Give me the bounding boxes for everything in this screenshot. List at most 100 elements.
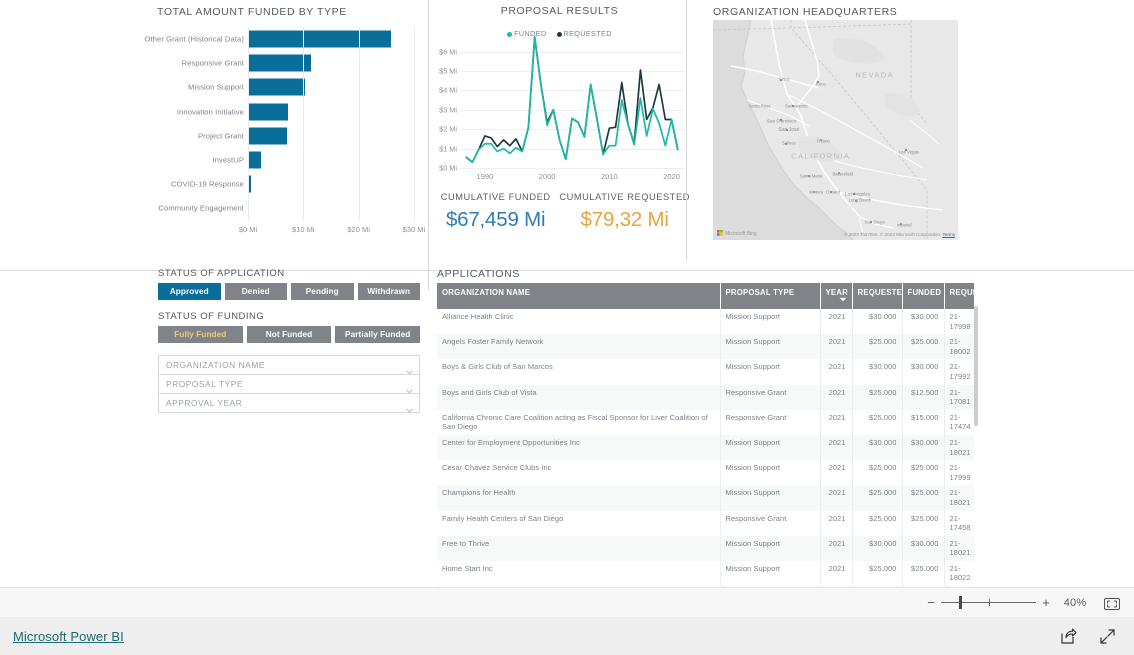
slicer-chiclet-partially-funded[interactable]: Partially Funded [335,326,421,343]
bar-chart-category-label: Community Engagement [158,203,244,213]
table-row[interactable]: Boys and Girls Club of Vista Responsive G… [437,384,974,410]
table-column-header[interactable]: ORGANIZATION NAME [437,283,721,309]
bar-chart-bar[interactable] [248,151,261,169]
bar-chart-bar-row[interactable]: Project Grant [157,124,425,148]
bar-chart-plot-area: Other Grant (Historical Data) Responsive … [144,27,425,221]
slicer-chiclet-withdrawn[interactable]: Withdrawn [357,283,420,300]
map-city-label: Las Vegas [898,149,920,155]
dropdown-slicer-proposal-type[interactable]: PROPOSAL TYPE [158,374,420,394]
table-row[interactable]: Champions for Health Mission Support 2021 $… [437,485,974,511]
footer-icon-group [1060,627,1134,645]
bar-chart-bar-row[interactable]: InvestUP [157,148,425,172]
dropdown-slicer-organization-name[interactable]: ORGANIZATION NAME [158,355,420,375]
bar-chart-x-tick-label: $0 Mi [238,225,258,234]
table-row[interactable]: Family Health Centers of San Diego Respon… [437,510,974,536]
table-cell: $25.000 [852,485,903,511]
table-column-header[interactable]: PROPOSAL TYPE [720,283,821,309]
table-row[interactable]: Free to Thrive Mission Support 2021 $30.000… [437,535,974,561]
bar-chart-bar[interactable] [248,54,312,72]
bar-chart-bar-row[interactable]: COVID-19 Response [157,172,425,196]
table-cell: $25.000 [852,460,903,486]
map-city-label: Oxnard [826,189,840,195]
table-cell: $30.000 [852,309,903,335]
bar-chart-bar[interactable] [248,30,391,48]
slicer-chiclet-pending[interactable]: Pending [291,283,354,300]
line-chart-y-tick-label: $4 Mi [439,85,457,95]
table-cell: Cesar Chavez Service Clubs Inc [437,460,721,486]
bar-chart-bar-row[interactable]: Community Engagement [157,196,425,220]
slicer-panel: STATUS OF APPLICATION Approved Denied Pend… [158,268,421,413]
map-city-label: Imperial [896,222,912,228]
table-column-header-label: REQUES [949,288,975,297]
map-terms-link[interactable]: Terms [942,232,955,237]
table-cell: 21-18002 [949,337,971,356]
dropdown-slicer-label: PROPOSAL TYPE [166,379,243,389]
zoom-out-button[interactable]: − [923,596,939,609]
slicer-chiclet-approved[interactable]: Approved [158,283,221,300]
zoom-slider[interactable] [941,596,1036,610]
map-city-label: San Diego [864,219,885,225]
table-cell: 2021 [820,434,853,461]
share-icon[interactable] [1060,627,1077,645]
bar-chart-bar-row[interactable]: Responsive Grant [157,51,425,75]
slicer-chiclet-denied[interactable]: Denied [224,283,287,300]
fullscreen-icon[interactable] [1099,628,1116,645]
table-cell: $25.000 [852,384,903,410]
map-city-label: San Francisco [766,118,797,124]
map-attribution-text: © 2023 TomTom, © 2023 Microsoft Corporat… [843,232,942,237]
zoom-slider-thumb[interactable] [959,596,963,609]
bar-chart-bar[interactable] [248,127,287,145]
line-chart-series-requested[interactable] [465,36,679,164]
table-row[interactable]: Center for Employment Opportunities Inc M… [437,434,974,461]
table-row[interactable]: Home Start Inc Mission Support 2021 $25.000… [437,560,974,587]
bar-chart-bar-row[interactable]: Innovation Initiative [157,100,425,124]
fit-to-page-icon[interactable] [1104,597,1120,610]
bar-chart-category-label: Project Grant [197,131,244,141]
table-cell: 21-17998 [949,312,971,331]
table-cell: Mission Support [720,309,821,335]
table-row[interactable]: Alliance Health Clinic Mission Support 202… [437,309,974,335]
table-cell: $25.000 [852,560,903,587]
table-cell: 2021 [820,409,853,435]
zoom-in-button[interactable]: + [1038,596,1054,609]
slicer-chiclet-fully-funded[interactable]: Fully Funded [158,326,243,343]
table-scrollbar[interactable] [974,306,978,426]
bar-chart-visual: TOTAL AMOUNT FUNDED BY TYPE Other Grant … [144,3,425,251]
bar-chart-bar-row[interactable]: Other Grant (Historical Data) [144,27,425,51]
table-cell: Mission Support [720,334,821,360]
map-canvas[interactable]: NEVADA CALIFORNIA Chico Reno Santa Rosa Sacra… [713,20,958,240]
application-status-chiclet-row: Approved Denied Pending Withdrawn [158,283,420,300]
bar-chart-bar[interactable] [248,103,289,121]
bar-chart-bar-row[interactable]: Mission Support [157,75,425,99]
table-row[interactable]: Angels Foster Family Network Mission Supp… [437,334,974,360]
bar-chart-bar[interactable] [248,78,305,96]
map-title: ORGANIZATION HEADQUARTERS [713,6,898,18]
chevron-down-icon[interactable] [406,381,413,394]
chevron-down-icon[interactable] [406,362,413,375]
line-chart-series-funded[interactable] [465,36,679,164]
table-cell: Center for Employment Opportunities Inc [437,434,721,461]
slicer-chiclet-not-funded[interactable]: Not Funded [246,326,332,343]
table-column-header[interactable]: REQUESTED [852,283,903,309]
table-cell: Responsive Grant [720,409,821,435]
zoom-level-label: 40% [1063,596,1087,609]
table-cell: 2021 [820,510,853,536]
table-row[interactable]: Cesar Chavez Service Clubs Inc Mission Su… [437,460,974,486]
dropdown-slicer-approval-year[interactable]: APPROVAL YEAR [158,393,420,413]
line-chart-title: PROPOSAL RESULTS [500,5,619,17]
table-column-header[interactable]: YEAR [820,283,853,309]
applications-table-title: APPLICATIONS [437,268,520,280]
bar-chart-title: TOTAL AMOUNT FUNDED BY TYPE [157,6,347,18]
bar-chart-bar-track [248,75,425,99]
table-row[interactable]: California Chronic Care Coalition acting… [437,409,974,435]
table-row[interactable]: Boys & Girls Club of San Marcos Mission S… [437,359,974,385]
kpi-label: CUMULATIVE REQUESTED [559,192,690,202]
chevron-down-icon[interactable] [406,400,413,413]
power-bi-brand-link[interactable]: Microsoft Power BI [13,629,124,644]
table-cell: Alliance Health Clinic [437,309,721,335]
table-column-header[interactable]: FUNDED [902,283,945,309]
funding-status-chiclet-row: Fully Funded Not Funded Partially Funded [158,326,421,343]
table-column-header-label: REQUESTED [857,288,902,297]
table-column-header[interactable]: REQUES [944,283,974,309]
table-column-header-label: PROPOSAL TYPE [725,288,795,297]
